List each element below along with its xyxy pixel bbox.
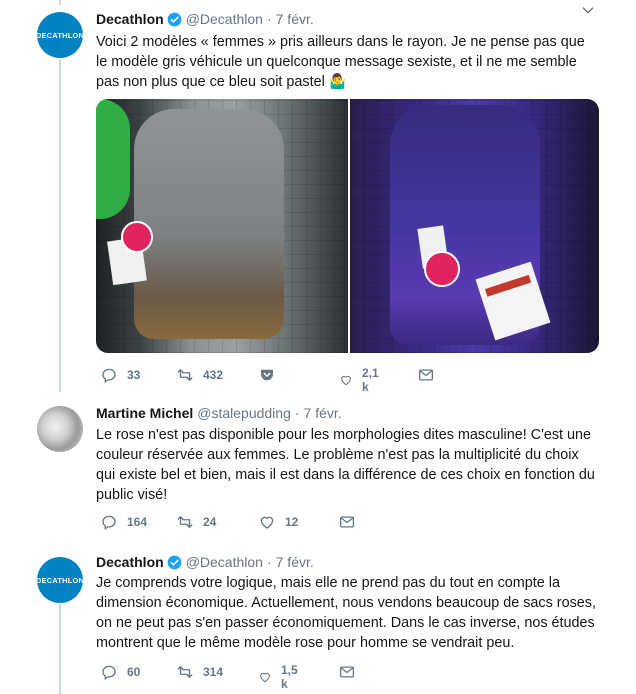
verified-badge-icon	[167, 12, 182, 26]
direct-message-button[interactable]	[338, 663, 356, 681]
grey-backpack-shape	[134, 109, 284, 339]
retweet-count: 24	[203, 515, 217, 529]
reply-count: 164	[127, 515, 148, 529]
green-bag-shape	[96, 99, 130, 219]
pocket-save-icon	[261, 369, 273, 381]
tweet-media[interactable]	[96, 99, 599, 353]
tweet-header: Decathlon @Decathlon · 7 févr.	[96, 10, 314, 28]
direct-message-icon	[418, 369, 434, 381]
heart-icon	[260, 516, 274, 529]
reply-count: 33	[127, 368, 141, 382]
separator-dot: ·	[294, 405, 300, 421]
reply-icon	[102, 665, 116, 681]
retweet-button[interactable]: 314	[176, 663, 223, 681]
tweet-text: Je comprends votre logique, mais elle ne…	[96, 575, 596, 651]
like-count: 2,1 k	[361, 366, 379, 394]
direct-message-icon	[339, 516, 355, 528]
heart-icon	[341, 375, 351, 386]
avatar[interactable]	[37, 406, 83, 452]
tweet-decathlon-1[interactable]: DECATHLON Decathlon @Decathlon · 7 févr.…	[0, 0, 636, 395]
photo-blue-backpack[interactable]	[350, 99, 599, 353]
female-tag-icon	[424, 251, 460, 287]
avatar[interactable]: DECATHLON	[37, 557, 83, 603]
reply-count: 60	[127, 665, 141, 679]
female-tag-icon	[121, 221, 153, 253]
avatar-logo-text: DECATHLON	[37, 30, 83, 40]
author-name[interactable]: Decathlon	[96, 553, 164, 571]
caret-down-icon[interactable]	[580, 2, 596, 18]
reply-icon	[102, 515, 116, 531]
save-button[interactable]	[258, 366, 276, 384]
author-name[interactable]: Decathlon	[96, 10, 164, 28]
author-handle[interactable]: @Decathlon	[186, 10, 263, 28]
like-button[interactable]: 2,1 k	[339, 366, 383, 394]
direct-message-button[interactable]	[338, 513, 356, 531]
direct-message-button[interactable]	[417, 366, 435, 384]
like-button[interactable]: 12	[258, 513, 298, 531]
verified-badge-icon	[167, 555, 182, 569]
heart-icon	[260, 672, 270, 683]
avatar-logo-text: DECATHLON	[37, 575, 83, 585]
tweet-date[interactable]: 7 févr.	[304, 404, 342, 422]
retweet-count: 314	[203, 665, 224, 679]
like-count: 12	[285, 515, 299, 529]
tweet-text: Voici 2 modèles « femmes » pris ailleurs…	[96, 34, 585, 90]
retweet-button[interactable]: 432	[176, 366, 223, 384]
retweet-count: 432	[203, 368, 224, 382]
tweet-header: Martine Michel @stalepudding · 7 févr.	[96, 404, 342, 422]
reply-button[interactable]: 33	[100, 366, 140, 384]
tweet-header: Decathlon @Decathlon · 7 févr.	[96, 553, 314, 571]
retweet-icon	[177, 516, 193, 528]
like-button[interactable]: 1,5 k	[258, 663, 302, 691]
direct-message-icon	[339, 666, 355, 678]
author-name[interactable]: Martine Michel	[96, 404, 193, 422]
avatar[interactable]: DECATHLON	[37, 12, 83, 58]
retweet-button[interactable]: 24	[176, 513, 216, 531]
author-handle[interactable]: @Decathlon	[186, 553, 263, 571]
tweet-text: Le rose n'est pas disponible pour les mo…	[96, 427, 595, 503]
photo-grey-backpack[interactable]	[96, 99, 348, 353]
reply-icon	[102, 368, 116, 384]
author-handle[interactable]: @stalepudding	[197, 404, 291, 422]
tweet-martine-michel[interactable]: Martine Michel @stalepudding · 7 févr. L…	[0, 395, 636, 545]
reply-button[interactable]: 60	[100, 663, 140, 681]
reply-button[interactable]: 164	[100, 513, 147, 531]
separator-dot: ·	[266, 554, 272, 570]
like-count: 1,5 k	[280, 663, 298, 691]
tweet-date[interactable]: 7 févr.	[276, 10, 314, 28]
retweet-icon	[177, 666, 193, 678]
retweet-icon	[177, 369, 193, 381]
separator-dot: ·	[266, 11, 272, 27]
tweet-decathlon-2[interactable]: DECATHLON Decathlon @Decathlon · 7 févr.…	[0, 545, 636, 694]
tweet-date[interactable]: 7 févr.	[276, 553, 314, 571]
